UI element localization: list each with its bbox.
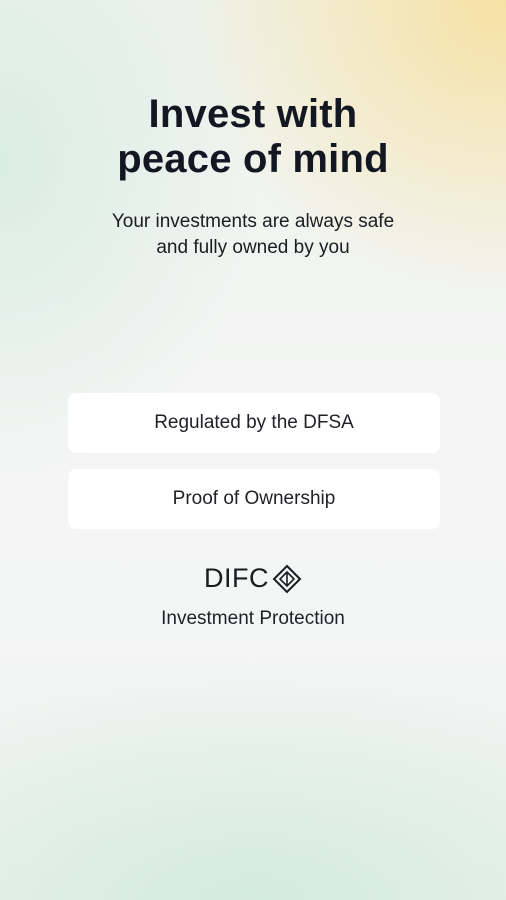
feature-card-dfsa: Regulated by the DFSA xyxy=(68,393,440,453)
page-subtitle: Your investments are always safe and ful… xyxy=(60,209,446,261)
onboarding-screen: Invest with peace of mind Your investmen… xyxy=(0,0,506,900)
feature-label-ownership: Proof of Ownership xyxy=(172,488,336,509)
title-line-1: Invest with xyxy=(148,92,358,136)
page-title: Invest with peace of mind xyxy=(0,92,506,182)
feature-card-ownership: Proof of Ownership xyxy=(68,469,440,529)
feature-label-dfsa: Regulated by the DFSA xyxy=(154,412,354,433)
subtitle-line-1: Your investments are always safe xyxy=(111,211,395,232)
difc-logo-text: DIFC xyxy=(204,563,269,593)
difc-logo: DIFC xyxy=(0,563,506,594)
difc-emblem-icon xyxy=(272,564,302,593)
investment-protection-label: Investment Protection xyxy=(161,608,345,629)
subtitle-line-2: and fully owned by you xyxy=(156,237,350,258)
title-line-2: peace of mind xyxy=(117,137,389,181)
